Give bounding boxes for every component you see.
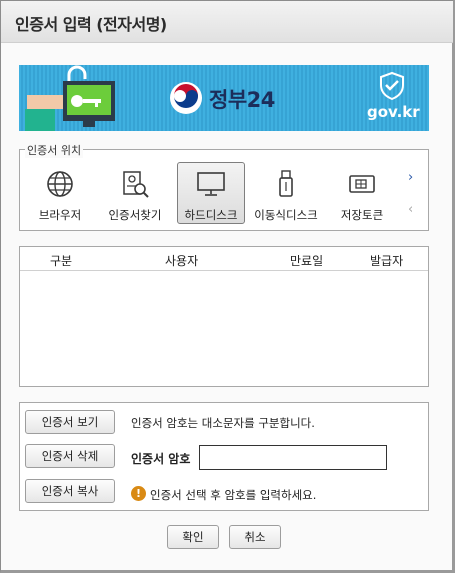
- certificate-dialog: 인증서 입력 (전자서명) 정부24 gov.kr 인증서 위치 브라우저 인증…: [0, 0, 455, 573]
- warning-icon: !: [131, 486, 146, 501]
- certificate-list-header: 구분 사용자 만료일 발급자: [20, 247, 428, 271]
- password-label: 인증서 암호: [131, 452, 191, 466]
- logo-text: 정부24: [209, 88, 275, 112]
- shield-check-icon: [380, 71, 404, 101]
- cancel-button[interactable]: 취소: [229, 525, 281, 549]
- location-label-cert-search: 인증서찾기: [108, 208, 162, 222]
- chevron-right-icon[interactable]: ›: [408, 170, 413, 185]
- case-sensitive-note: 인증서 암호는 대소문자를 구분합니다.: [131, 416, 315, 430]
- copy-certificate-button[interactable]: 인증서 복사: [25, 479, 115, 503]
- column-header-expiry[interactable]: 만료일: [290, 252, 323, 269]
- certificate-search-icon: [123, 171, 149, 198]
- location-item-removable-disk[interactable]: 이동식디스크: [252, 163, 320, 225]
- delete-certificate-button[interactable]: 인증서 삭제: [25, 444, 115, 468]
- column-header-user[interactable]: 사용자: [165, 252, 198, 269]
- location-item-harddisk[interactable]: 하드디스크: [177, 162, 245, 224]
- globe-icon: [47, 171, 73, 197]
- cert-location-group: 인증서 위치 브라우저 인증서찾기 하드디스크 이동식디스크 저장토큰 › ‹: [19, 142, 429, 231]
- location-item-browser[interactable]: 브라우저: [26, 163, 94, 225]
- gov24-logo: 정부24: [167, 73, 292, 123]
- chevron-left-icon[interactable]: ‹: [408, 202, 413, 217]
- location-label-removable-disk: 이동식디스크: [254, 208, 318, 222]
- title-bar[interactable]: 인증서 입력 (전자서명): [1, 1, 453, 43]
- cert-location-legend: 인증서 위치: [25, 142, 84, 158]
- usb-icon: [279, 170, 293, 197]
- location-label-browser: 브라우저: [38, 208, 82, 222]
- taeguk-logo-icon: [170, 82, 202, 114]
- monitor-icon: [197, 172, 225, 196]
- dialog-title: 인증서 입력 (전자서명): [15, 15, 167, 34]
- location-label-security-token: 저장토큰: [340, 208, 384, 222]
- password-hint: 인증서 선택 후 암호를 입력하세요.: [150, 488, 317, 502]
- location-item-security-token[interactable]: 저장토큰: [328, 163, 396, 225]
- password-input[interactable]: [199, 445, 387, 470]
- token-card-icon: [349, 175, 375, 193]
- domain-text: gov.kr: [367, 103, 420, 121]
- ok-button[interactable]: 확인: [167, 525, 219, 549]
- pc-key-illustration-icon: [25, 65, 115, 131]
- column-header-type[interactable]: 구분: [50, 252, 72, 269]
- password-section: 인증서 보기 인증서 암호는 대소문자를 구분합니다. 인증서 삭제 인증서 암…: [19, 402, 429, 511]
- location-item-cert-search[interactable]: 인증서찾기: [101, 163, 169, 225]
- gov24-banner: 정부24 gov.kr: [19, 65, 429, 131]
- view-certificate-button[interactable]: 인증서 보기: [25, 410, 115, 434]
- certificate-list[interactable]: 구분 사용자 만료일 발급자: [19, 246, 429, 387]
- column-header-issuer[interactable]: 발급자: [370, 252, 403, 269]
- location-label-harddisk: 하드디스크: [184, 208, 238, 222]
